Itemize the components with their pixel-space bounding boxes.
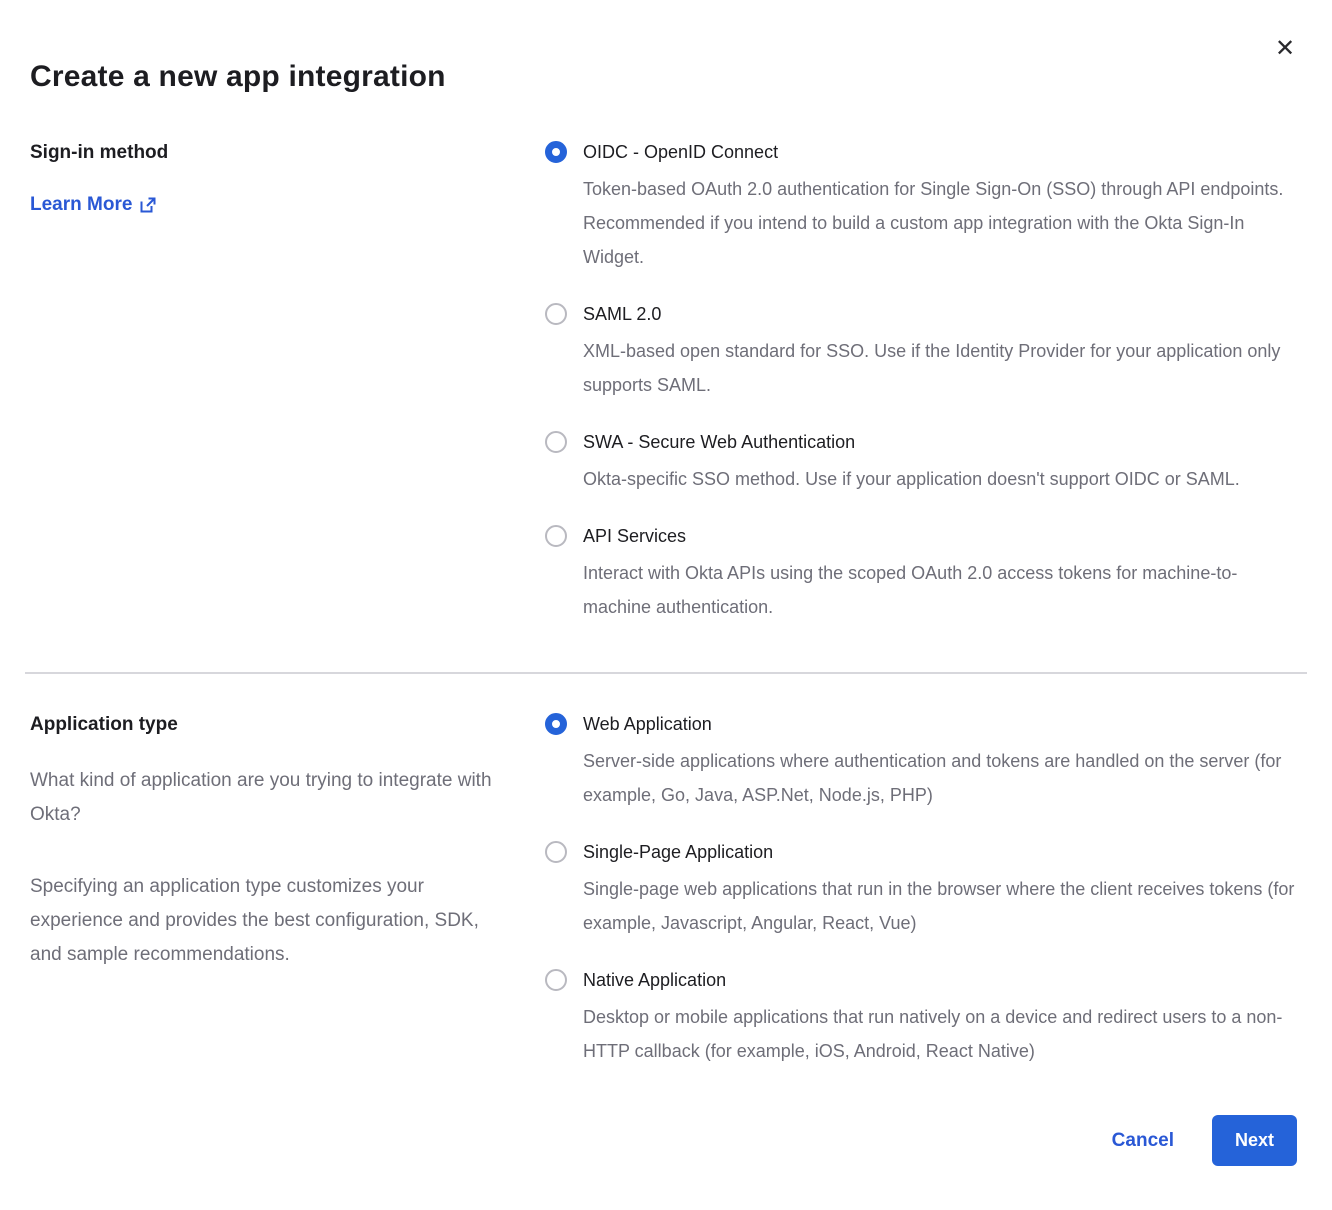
- apptype-option-spa-description: Single-page web applications that run in…: [583, 872, 1297, 940]
- page-title: Create a new app integration: [30, 0, 1297, 94]
- application-type-question: What kind of application are you trying …: [30, 764, 505, 832]
- signin-option-swa-description: Okta-specific SSO method. Use if your ap…: [583, 462, 1297, 496]
- radio-swa[interactable]: [545, 431, 567, 453]
- radio-native-application[interactable]: [545, 969, 567, 991]
- apptype-option-web-description: Server-side applications where authentic…: [583, 744, 1297, 812]
- signin-option-saml-description: XML-based open standard for SSO. Use if …: [583, 334, 1297, 402]
- signin-option-oidc-description: Token-based OAuth 2.0 authentication for…: [583, 172, 1297, 274]
- radio-api-services[interactable]: [545, 525, 567, 547]
- application-type-explanation: Specifying an application type customize…: [30, 870, 505, 972]
- apptype-option-spa[interactable]: Single-Page Application Single-page web …: [545, 840, 1297, 940]
- radio-oidc-selected[interactable]: [545, 141, 567, 163]
- signin-option-api-services-label[interactable]: API Services: [583, 524, 1297, 548]
- signin-option-swa[interactable]: SWA - Secure Web Authentication Okta-spe…: [545, 430, 1297, 496]
- apptype-option-web-label[interactable]: Web Application: [583, 712, 1297, 736]
- create-app-integration-dialog: ✕ Create a new app integration Sign-in m…: [0, 0, 1332, 1210]
- signin-option-swa-label[interactable]: SWA - Secure Web Authentication: [583, 430, 1297, 454]
- radio-web-application-selected[interactable]: [545, 713, 567, 735]
- dialog-footer: Cancel Next: [1112, 1115, 1297, 1166]
- apptype-option-native-label[interactable]: Native Application: [583, 968, 1297, 992]
- apptype-option-native-description: Desktop or mobile applications that run …: [583, 1000, 1297, 1068]
- signin-option-oidc-label[interactable]: OIDC - OpenID Connect: [583, 140, 1297, 164]
- signin-option-api-services[interactable]: API Services Interact with Okta APIs usi…: [545, 524, 1297, 624]
- signin-option-api-services-description: Interact with Okta APIs using the scoped…: [583, 556, 1297, 624]
- signin-method-section: Sign-in method Learn More OIDC - OpenID …: [30, 140, 1297, 624]
- learn-more-label: Learn More: [30, 194, 132, 216]
- application-type-label: Application type: [30, 714, 505, 736]
- learn-more-link[interactable]: Learn More: [30, 194, 156, 216]
- external-link-icon: [140, 197, 156, 213]
- close-icon[interactable]: ✕: [1272, 36, 1298, 62]
- section-divider: [25, 672, 1307, 674]
- radio-saml[interactable]: [545, 303, 567, 325]
- signin-option-oidc[interactable]: OIDC - OpenID Connect Token-based OAuth …: [545, 140, 1297, 274]
- apptype-option-spa-label[interactable]: Single-Page Application: [583, 840, 1297, 864]
- signin-method-label: Sign-in method: [30, 142, 505, 164]
- cancel-button[interactable]: Cancel: [1112, 1130, 1174, 1152]
- apptype-option-web[interactable]: Web Application Server-side applications…: [545, 712, 1297, 812]
- signin-option-saml[interactable]: SAML 2.0 XML-based open standard for SSO…: [545, 302, 1297, 402]
- radio-single-page-application[interactable]: [545, 841, 567, 863]
- signin-option-saml-label[interactable]: SAML 2.0: [583, 302, 1297, 326]
- application-type-section: Application type What kind of applicatio…: [30, 712, 1297, 1068]
- apptype-option-native[interactable]: Native Application Desktop or mobile app…: [545, 968, 1297, 1068]
- next-button[interactable]: Next: [1212, 1115, 1297, 1166]
